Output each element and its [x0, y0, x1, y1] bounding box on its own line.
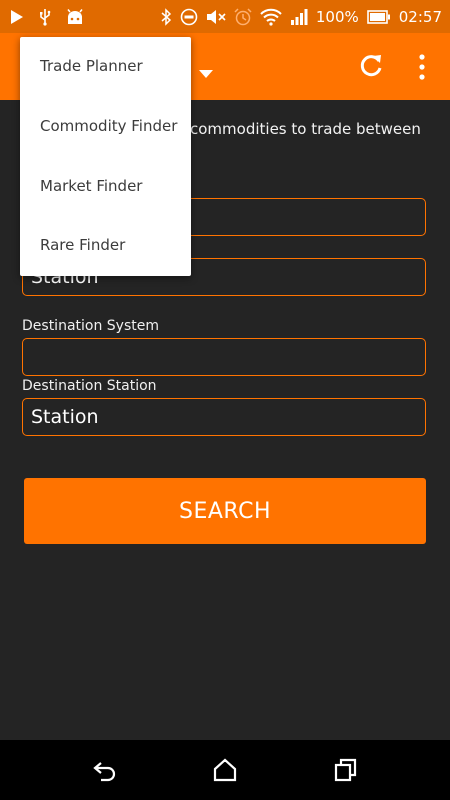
- menu-item-commodity-finder[interactable]: Commodity Finder: [20, 97, 191, 157]
- overflow-menu-icon[interactable]: [412, 52, 432, 82]
- status-system: 100% 02:57: [160, 0, 442, 33]
- page-description: commodities to trade between: [190, 120, 421, 138]
- signal-icon: [290, 8, 308, 25]
- destination-system-label: Destination System: [22, 318, 159, 334]
- refresh-icon[interactable]: [357, 52, 385, 80]
- status-time: 02:57: [398, 7, 442, 26]
- home-icon[interactable]: [213, 757, 237, 787]
- usb-icon: [38, 8, 52, 26]
- play-icon: [10, 9, 24, 25]
- do-not-disturb-icon: [180, 8, 198, 26]
- destination-station-label: Destination Station: [22, 378, 157, 394]
- status-notifications: [10, 0, 84, 33]
- destination-station-input[interactable]: [22, 398, 426, 436]
- android-icon: [66, 8, 84, 25]
- menu-item-rare-finder[interactable]: Rare Finder: [20, 216, 191, 276]
- search-button[interactable]: SEARCH: [24, 478, 426, 544]
- battery-icon: [366, 9, 391, 24]
- status-bar: 100% 02:57: [0, 0, 450, 33]
- battery-percent: 100%: [315, 7, 359, 26]
- destination-system-input[interactable]: [22, 338, 426, 376]
- bluetooth-icon: [160, 7, 172, 26]
- wifi-icon: [260, 8, 282, 26]
- menu-item-trade-planner[interactable]: Trade Planner: [20, 37, 191, 97]
- dropdown-caret-icon[interactable]: [199, 63, 213, 82]
- alarm-icon: [234, 7, 252, 26]
- mute-icon: [206, 8, 226, 26]
- menu-item-market-finder[interactable]: Market Finder: [20, 157, 191, 217]
- navigation-dropdown-menu: Trade Planner Commodity Finder Market Fi…: [20, 37, 191, 276]
- recent-apps-icon[interactable]: [334, 757, 358, 787]
- back-icon[interactable]: [92, 757, 118, 787]
